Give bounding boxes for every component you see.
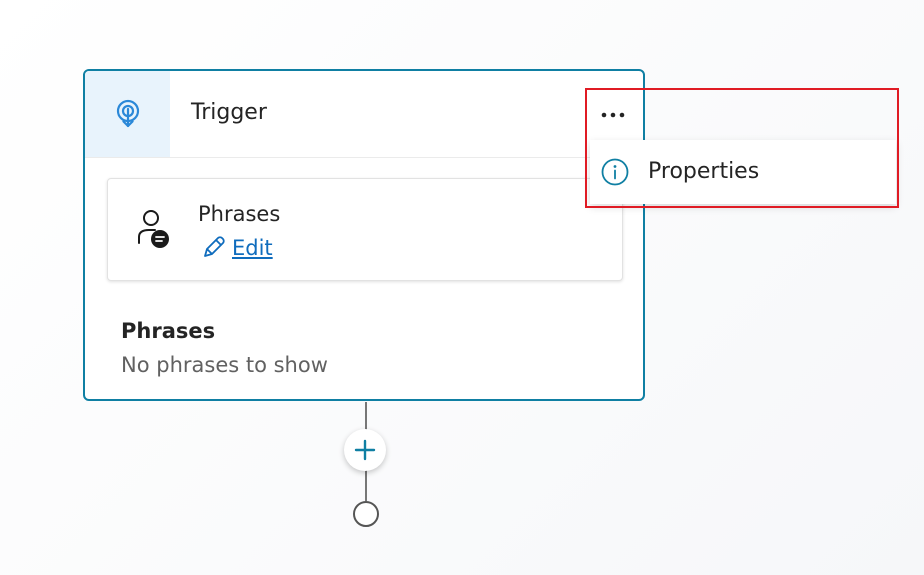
more-options-button[interactable] [595,97,631,133]
edit-link-label[interactable]: Edit [232,235,273,261]
menu-item-properties-label[interactable]: Properties [648,158,759,186]
more-options-menu: Properties [590,140,896,204]
info-icon [601,158,629,186]
phrases-card: Phrases Edit [107,178,623,281]
edit-link[interactable]: Edit [200,235,273,261]
trigger-icon-container [85,71,170,157]
menu-item-properties[interactable]: Properties [590,140,896,204]
info-icon-container [600,157,630,187]
phrases-empty-text: No phrases to show [121,353,328,377]
trigger-title: Trigger [191,100,267,125]
pencil-icon [204,236,225,257]
trigger-node[interactable]: Trigger Phrases Edit Phrases No phrases … [83,69,645,401]
person-chat-icon-container [136,209,172,253]
end-node [353,501,379,527]
plus-icon [354,439,376,461]
trigger-icon [116,99,139,128]
add-node-button[interactable] [344,429,386,471]
phrases-section-title: Phrases [121,319,216,343]
phrases-card-title: Phrases [198,202,281,226]
person-chat-icon [138,210,169,248]
trigger-node-header: Trigger [85,71,643,158]
more-icon [601,112,625,118]
